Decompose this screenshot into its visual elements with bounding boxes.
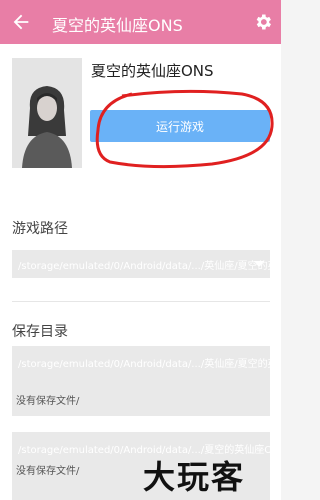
watermark-logo: 大玩客: [143, 458, 246, 496]
gear-icon[interactable]: [253, 12, 273, 32]
divider: [12, 301, 270, 302]
save-entry-path: /storage/emulated/0/Android/data/.../英仙座…: [18, 359, 270, 370]
app-bar: 夏空的英仙座ONS: [0, 0, 281, 44]
save-entry-status: 没有保存文件/: [16, 466, 80, 477]
arrow-left-icon[interactable]: [10, 11, 32, 33]
game-path-select[interactable]: /storage/emulated/0/Android/data/.../英仙座…: [12, 250, 270, 278]
game-path-label: 游戏路径: [12, 221, 68, 237]
red-highlight-annotation: [95, 89, 274, 169]
game-cover-image: [12, 58, 82, 168]
save-entry-status: 没有保存文件/: [16, 396, 80, 407]
game-path-value: /storage/emulated/0/Android/data/.../英仙座…: [18, 261, 270, 272]
chevron-down-icon: [254, 261, 264, 267]
save-directory-label: 保存目录: [12, 324, 68, 340]
game-title: 夏空的英仙座ONS: [91, 62, 214, 80]
app-bar-title: 夏空的英仙座ONS: [52, 16, 183, 35]
